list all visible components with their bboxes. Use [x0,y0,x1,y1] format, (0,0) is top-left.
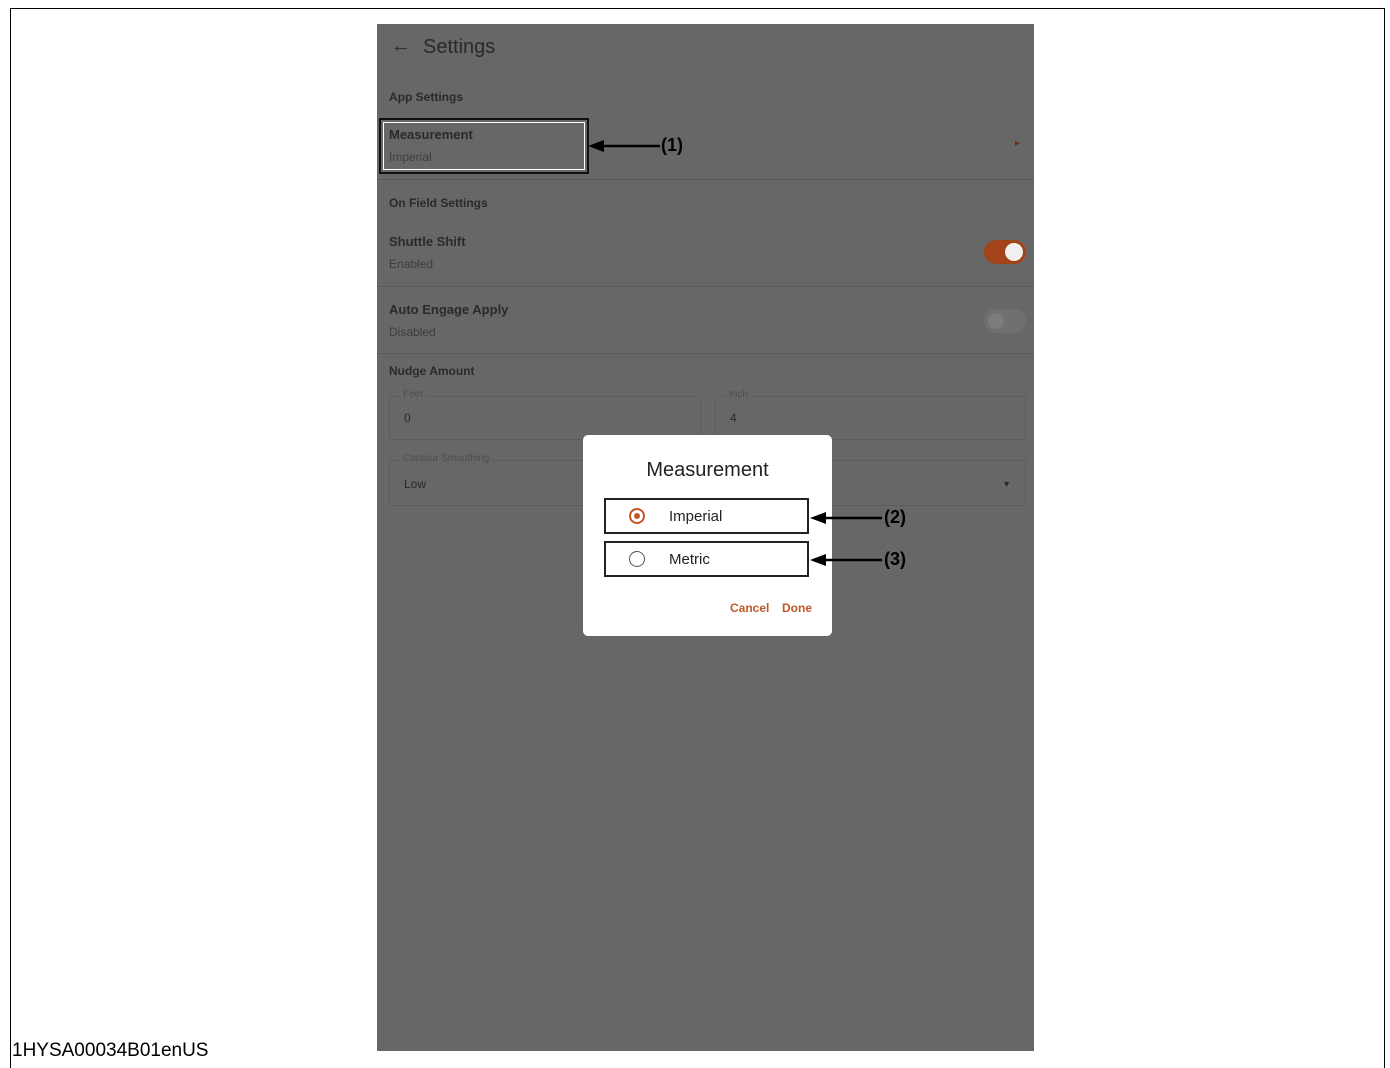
callout-3-arrowhead [810,554,826,566]
callout-2-arrowhead [810,512,826,524]
document-id: 1HYSA00034B01enUS [12,1040,209,1061]
callout-3-label: (3) [884,549,906,569]
callout-2-label: (2) [884,507,906,527]
callout-1-arrowhead [588,140,604,152]
callout-1-label: (1) [661,135,683,155]
callout-arrows [588,140,882,566]
